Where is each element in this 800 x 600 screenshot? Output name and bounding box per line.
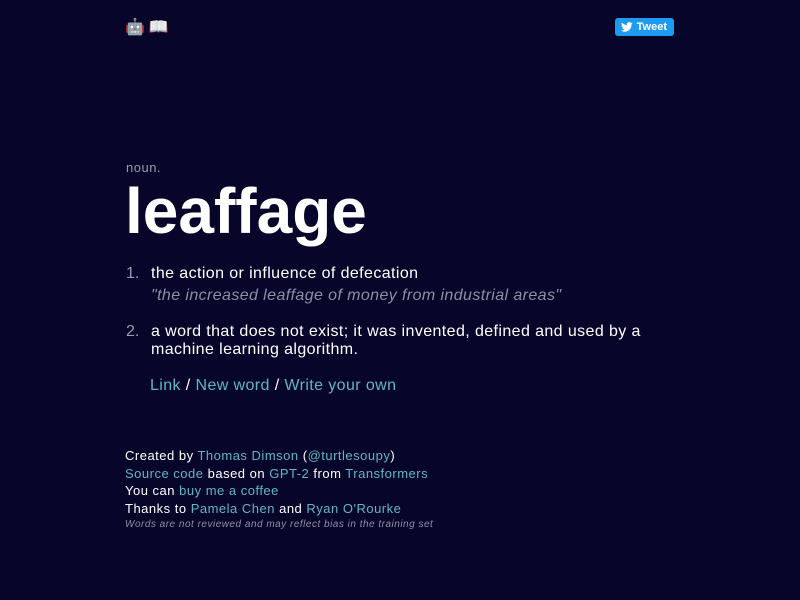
tweet-label: Tweet [636,21,667,33]
footer: Created by Thomas Dimson (@turtlesoupy) … [125,447,433,532]
footer-coffee-line: You can buy me a coffee [125,482,433,500]
link-link[interactable]: Link [150,377,181,394]
footer-text: based on [203,465,270,481]
definition-body: the action or influence of defecation "t… [151,265,665,305]
footer-text: You can [125,483,180,498]
definition-list: 1. the action or influence of defecation… [125,265,665,359]
entry-links: Link / New word / Write your own [150,377,665,395]
footer-thanks-line: Thanks to Pamela Chen and Ryan O'Rourke [125,500,433,518]
robot-icon[interactable]: 🤖 [125,18,145,38]
definition-item: 2. a word that does not exist; it was in… [125,323,665,359]
footer-source-line: Source code based on GPT-2 from Transfor… [125,465,433,483]
twitter-handle-link[interactable]: @turtlesoupy [308,448,391,463]
pamela-chen-link[interactable]: Pamela Chen [191,501,275,516]
definition-item: 1. the action or influence of defecation… [125,265,665,305]
author-link[interactable]: Thomas Dimson [197,448,298,463]
definition-body: a word that does not exist; it was inven… [151,323,665,359]
part-of-speech: noun. [126,160,162,175]
footer-text: Created by [125,448,198,463]
footer-text: Thanks to [125,500,191,516]
entry-word: leaffage [125,175,367,247]
definition-text: the action or influence of defecation [151,265,419,282]
footer-text: from [309,465,346,481]
footer-credit-line: Created by Thomas Dimson (@turtlesoupy) [125,447,433,465]
write-your-own-link[interactable]: Write your own [284,377,396,394]
top-icons: 🤖 📖 [125,18,169,38]
tweet-button[interactable]: Tweet [614,18,674,36]
definition-number: 2. [126,323,140,340]
page: 🤖 📖 Tweet noun. leaffage 1. the action o… [0,0,800,600]
link-separator: / [180,377,196,394]
transformers-link[interactable]: Transformers [345,466,428,481]
definition-number: 1. [126,265,140,282]
buy-coffee-link[interactable]: buy me a coffee [179,483,279,498]
ryan-orourke-link[interactable]: Ryan O'Rourke [306,501,401,516]
top-bar: 🤖 📖 Tweet [125,18,674,38]
book-icon[interactable]: 📖 [149,18,169,38]
new-word-link[interactable]: New word [196,377,270,394]
footer-text: ) [390,448,396,463]
gpt2-link[interactable]: GPT-2 [269,466,309,481]
footer-text: and [274,500,307,516]
twitter-bird-icon [620,22,633,32]
dictionary-entry: noun. leaffage 1. the action or influenc… [125,160,665,395]
definition-text: a word that does not exist; it was inven… [151,323,641,358]
link-separator: / [269,377,285,394]
footer-text: ( [298,448,308,463]
source-code-link[interactable]: Source code [125,466,204,481]
footer-disclaimer: Words are not reviewed and may reflect b… [125,519,434,530]
definition-example: "the increased leaffage of money from in… [151,287,562,304]
